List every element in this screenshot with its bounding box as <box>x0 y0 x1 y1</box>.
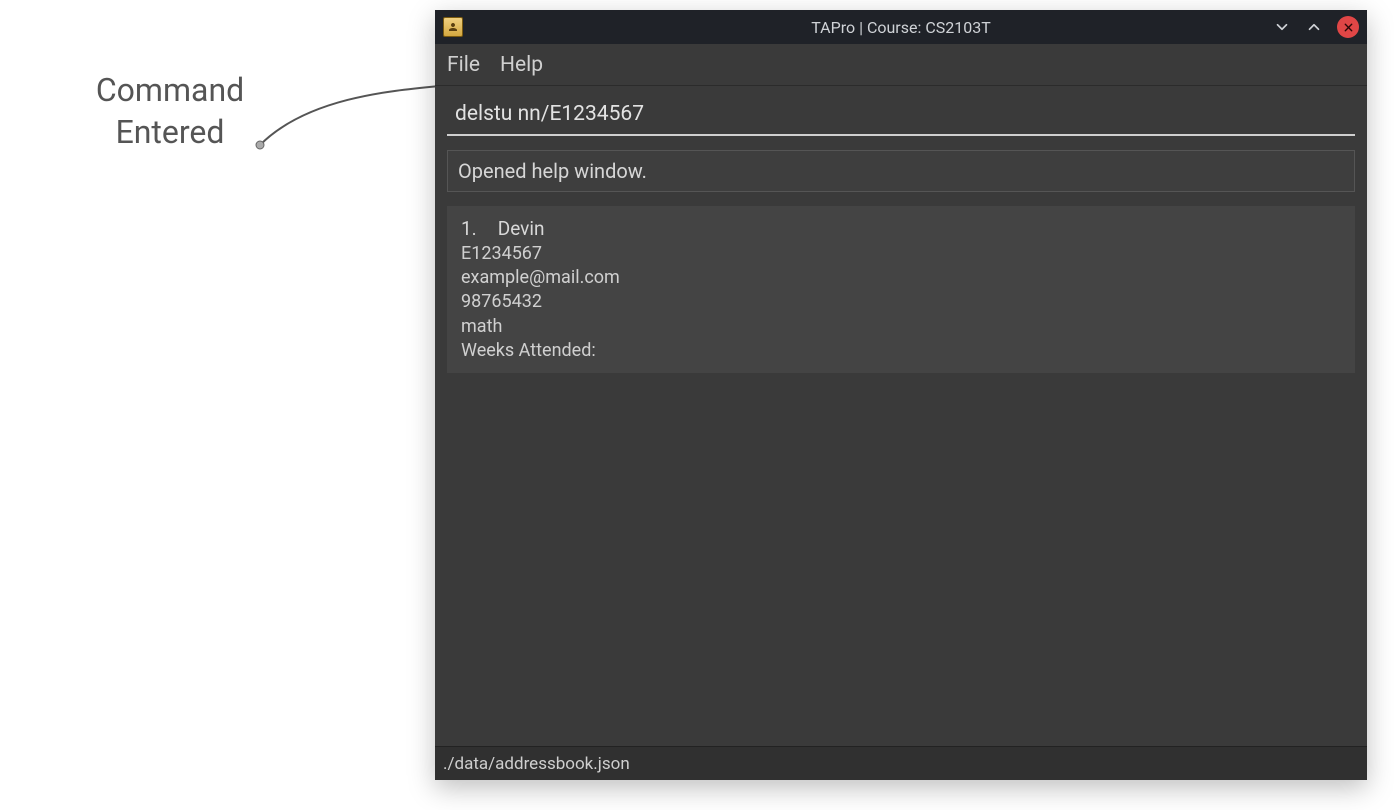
annotation-label: Command Entered <box>30 70 310 170</box>
menu-help[interactable]: Help <box>500 53 543 77</box>
person-email: example@mail.com <box>461 266 1341 290</box>
command-input-wrap[interactable] <box>447 98 1355 136</box>
annotation-line1: Command <box>96 70 244 112</box>
person-phone: 98765432 <box>461 290 1341 314</box>
app-window: TAPro | Course: CS2103T File Help Opened… <box>435 10 1367 780</box>
close-button[interactable] <box>1337 16 1359 38</box>
window-title: TAPro | Course: CS2103T <box>435 18 1367 37</box>
person-name: Devin <box>498 217 545 240</box>
statusbar: ./data/addressbook.json <box>435 746 1367 780</box>
person-header: 1. Devin <box>461 216 1341 242</box>
app-icon <box>443 17 463 37</box>
person-id: E1234567 <box>461 242 1341 266</box>
command-area <box>435 86 1367 136</box>
command-input[interactable] <box>447 98 1355 130</box>
result-message: Opened help window. <box>447 150 1355 192</box>
minimize-button[interactable] <box>1273 18 1291 36</box>
menubar: File Help <box>435 44 1367 86</box>
status-path: ./data/addressbook.json <box>443 754 630 774</box>
person-card[interactable]: 1. Devin E1234567 example@mail.com 98765… <box>447 206 1355 373</box>
menu-file[interactable]: File <box>447 53 480 77</box>
annotation-line2: Entered <box>116 112 225 154</box>
person-list[interactable]: 1. Devin E1234567 example@mail.com 98765… <box>447 206 1355 746</box>
person-index: 1. <box>461 216 485 242</box>
person-weeks: Weeks Attended: <box>461 339 1341 363</box>
titlebar[interactable]: TAPro | Course: CS2103T <box>435 10 1367 44</box>
maximize-button[interactable] <box>1305 18 1323 36</box>
person-major: math <box>461 315 1341 339</box>
